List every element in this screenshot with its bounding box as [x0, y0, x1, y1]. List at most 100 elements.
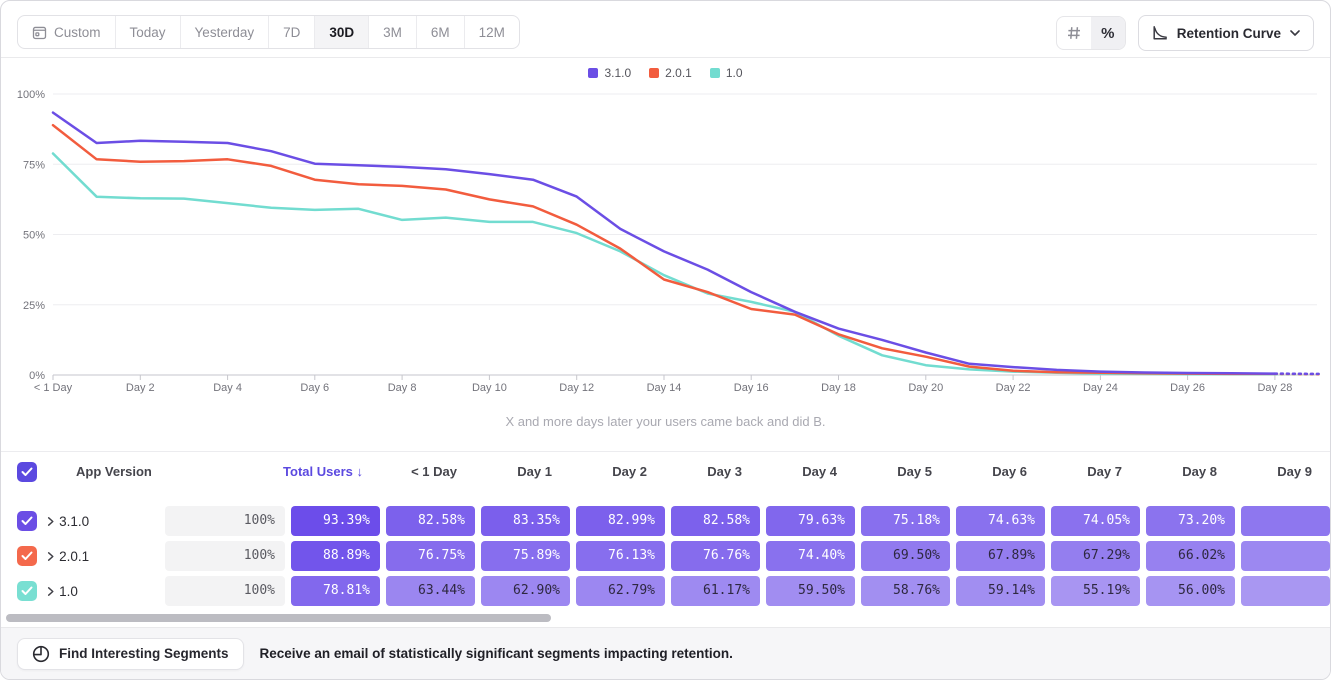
toolbar: CustomTodayYesterday7D30D3M6M12M % Reten… — [1, 1, 1330, 57]
column-header-day-9[interactable]: Day 9 — [1232, 464, 1321, 479]
retention-cell[interactable]: 69.50% — [861, 541, 950, 571]
retention-cell[interactable]: 74.40% — [766, 541, 855, 571]
retention-cell[interactable]: 75.89% — [481, 541, 570, 571]
retention-cell[interactable]: 75.18% — [861, 506, 950, 536]
scrollbar-thumb[interactable] — [6, 614, 551, 622]
footer-message: Receive an email of statistically signif… — [260, 646, 733, 661]
format-number-toggle[interactable] — [1057, 17, 1091, 49]
svg-text:Day 20: Day 20 — [908, 382, 943, 394]
retention-cell[interactable]: 67.29% — [1051, 541, 1140, 571]
date-range-30d[interactable]: 30D — [314, 16, 368, 48]
table-header-row: App Version Total Users ↓ < 1 DayDay 1Da… — [1, 451, 1330, 491]
svg-text:Day 12: Day 12 — [559, 382, 594, 394]
column-header-day-8[interactable]: Day 8 — [1137, 464, 1226, 479]
retention-cell-partial — [1241, 541, 1330, 571]
svg-text:Day 18: Day 18 — [821, 382, 856, 394]
retention-cell[interactable]: 66.02% — [1146, 541, 1235, 571]
retention-cell[interactable]: 56.00% — [1146, 576, 1235, 606]
column-header-day-4[interactable]: Day 4 — [757, 464, 846, 479]
retention-cell[interactable]: 82.99% — [576, 506, 665, 536]
toolbar-right: % Retention Curve — [1056, 15, 1314, 51]
retention-cell[interactable]: 61.17% — [671, 576, 760, 606]
retention-cell[interactable]: 73.20% — [1146, 506, 1235, 536]
date-range-custom[interactable]: Custom — [18, 16, 115, 48]
retention-cell[interactable]: 67.89% — [956, 541, 1045, 571]
check-icon — [21, 516, 33, 526]
legend-item-3.1.0[interactable]: 3.1.0 — [588, 66, 631, 80]
retention-chart[interactable]: 100%75%50%25%0%< 1 DayDay 2Day 4Day 6Day… — [1, 58, 1331, 406]
svg-text:Day 2: Day 2 — [126, 382, 155, 394]
chevron-right-icon[interactable] — [45, 551, 56, 562]
retention-cell[interactable]: 82.58% — [386, 506, 475, 536]
svg-text:Day 16: Day 16 — [734, 382, 769, 394]
legend-item-1.0[interactable]: 1.0 — [710, 66, 743, 80]
check-icon — [21, 586, 33, 596]
percent-icon: % — [1101, 25, 1114, 42]
retention-cell[interactable]: 88.89% — [291, 541, 380, 571]
legend-swatch — [710, 68, 720, 78]
app-version-label: 3.1.0 — [59, 514, 157, 529]
column-header--1-day[interactable]: < 1 Day — [377, 464, 466, 479]
date-range-today[interactable]: Today — [115, 16, 180, 48]
retention-cell[interactable]: 76.13% — [576, 541, 665, 571]
svg-text:Day 24: Day 24 — [1083, 382, 1118, 394]
date-range-yesterday[interactable]: Yesterday — [180, 16, 269, 48]
column-header-day-6[interactable]: Day 6 — [947, 464, 1036, 479]
chart-subtitle: X and more days later your users came ba… — [1, 414, 1330, 429]
column-header-day-1[interactable]: Day 1 — [472, 464, 561, 479]
legend-item-2.0.1[interactable]: 2.0.1 — [649, 66, 692, 80]
retention-curve-icon — [1152, 25, 1168, 41]
retention-cell[interactable]: 55.19% — [1051, 576, 1140, 606]
retention-cell[interactable]: 74.63% — [956, 506, 1045, 536]
row-checkbox[interactable] — [17, 511, 37, 531]
row-checkbox[interactable] — [17, 546, 37, 566]
retention-cell[interactable]: 74.05% — [1051, 506, 1140, 536]
find-segments-button[interactable]: Find Interesting Segments — [17, 638, 244, 670]
total-users-cell: 100% — [165, 576, 285, 606]
format-percent-toggle[interactable]: % — [1091, 17, 1125, 49]
row-checkbox[interactable] — [17, 581, 37, 601]
column-header-day-5[interactable]: Day 5 — [852, 464, 941, 479]
table-day-headers: < 1 Day Day 1 Day 2 Day 3 Day 4 Day 5 Day 6 Day… — [371, 464, 1321, 479]
select-all-checkbox[interactable] — [17, 462, 37, 482]
retention-cell[interactable]: 79.63% — [766, 506, 855, 536]
number-sign-icon — [1066, 25, 1082, 41]
check-icon — [21, 551, 33, 561]
date-range-12m[interactable]: 12M — [464, 16, 519, 48]
svg-text:0%: 0% — [29, 370, 45, 382]
retention-cell[interactable]: 59.14% — [956, 576, 1045, 606]
retention-cell[interactable]: 76.75% — [386, 541, 475, 571]
chart-type-label: Retention Curve — [1177, 26, 1281, 41]
date-range-6m[interactable]: 6M — [416, 16, 464, 48]
retention-cell[interactable]: 76.76% — [671, 541, 760, 571]
column-header-day-7[interactable]: Day 7 — [1042, 464, 1131, 479]
chevron-right-icon[interactable] — [45, 586, 56, 597]
chart-type-dropdown[interactable]: Retention Curve — [1138, 15, 1314, 51]
svg-text:Day 28: Day 28 — [1257, 382, 1292, 394]
column-header-day-3[interactable]: Day 3 — [662, 464, 751, 479]
date-range-3m[interactable]: 3M — [368, 16, 416, 48]
segments-compass-icon — [32, 645, 50, 663]
retention-report-card: CustomTodayYesterday7D30D3M6M12M % Reten… — [0, 0, 1331, 680]
retention-cell[interactable]: 93.39% — [291, 506, 380, 536]
retention-cell[interactable]: 78.81% — [291, 576, 380, 606]
svg-text:Day 6: Day 6 — [300, 382, 329, 394]
retention-cell[interactable]: 83.35% — [481, 506, 570, 536]
retention-cell[interactable]: 82.58% — [671, 506, 760, 536]
retention-cell[interactable]: 62.90% — [481, 576, 570, 606]
svg-text:100%: 100% — [17, 89, 45, 101]
retention-cell[interactable]: 58.76% — [861, 576, 950, 606]
retention-cell[interactable]: 63.44% — [386, 576, 475, 606]
column-header-day-2[interactable]: Day 2 — [567, 464, 656, 479]
svg-text:Day 8: Day 8 — [388, 382, 417, 394]
value-format-toggle: % — [1056, 16, 1126, 50]
chevron-right-icon[interactable] — [45, 516, 56, 527]
date-range-7d[interactable]: 7D — [268, 16, 314, 48]
column-header-total-users[interactable]: Total Users ↓ — [243, 464, 371, 479]
svg-text:75%: 75% — [23, 159, 45, 171]
legend-label: 2.0.1 — [665, 66, 692, 80]
retention-cell[interactable]: 59.50% — [766, 576, 855, 606]
legend-swatch — [649, 68, 659, 78]
app-version-label: 1.0 — [59, 584, 157, 599]
retention-cell[interactable]: 62.79% — [576, 576, 665, 606]
